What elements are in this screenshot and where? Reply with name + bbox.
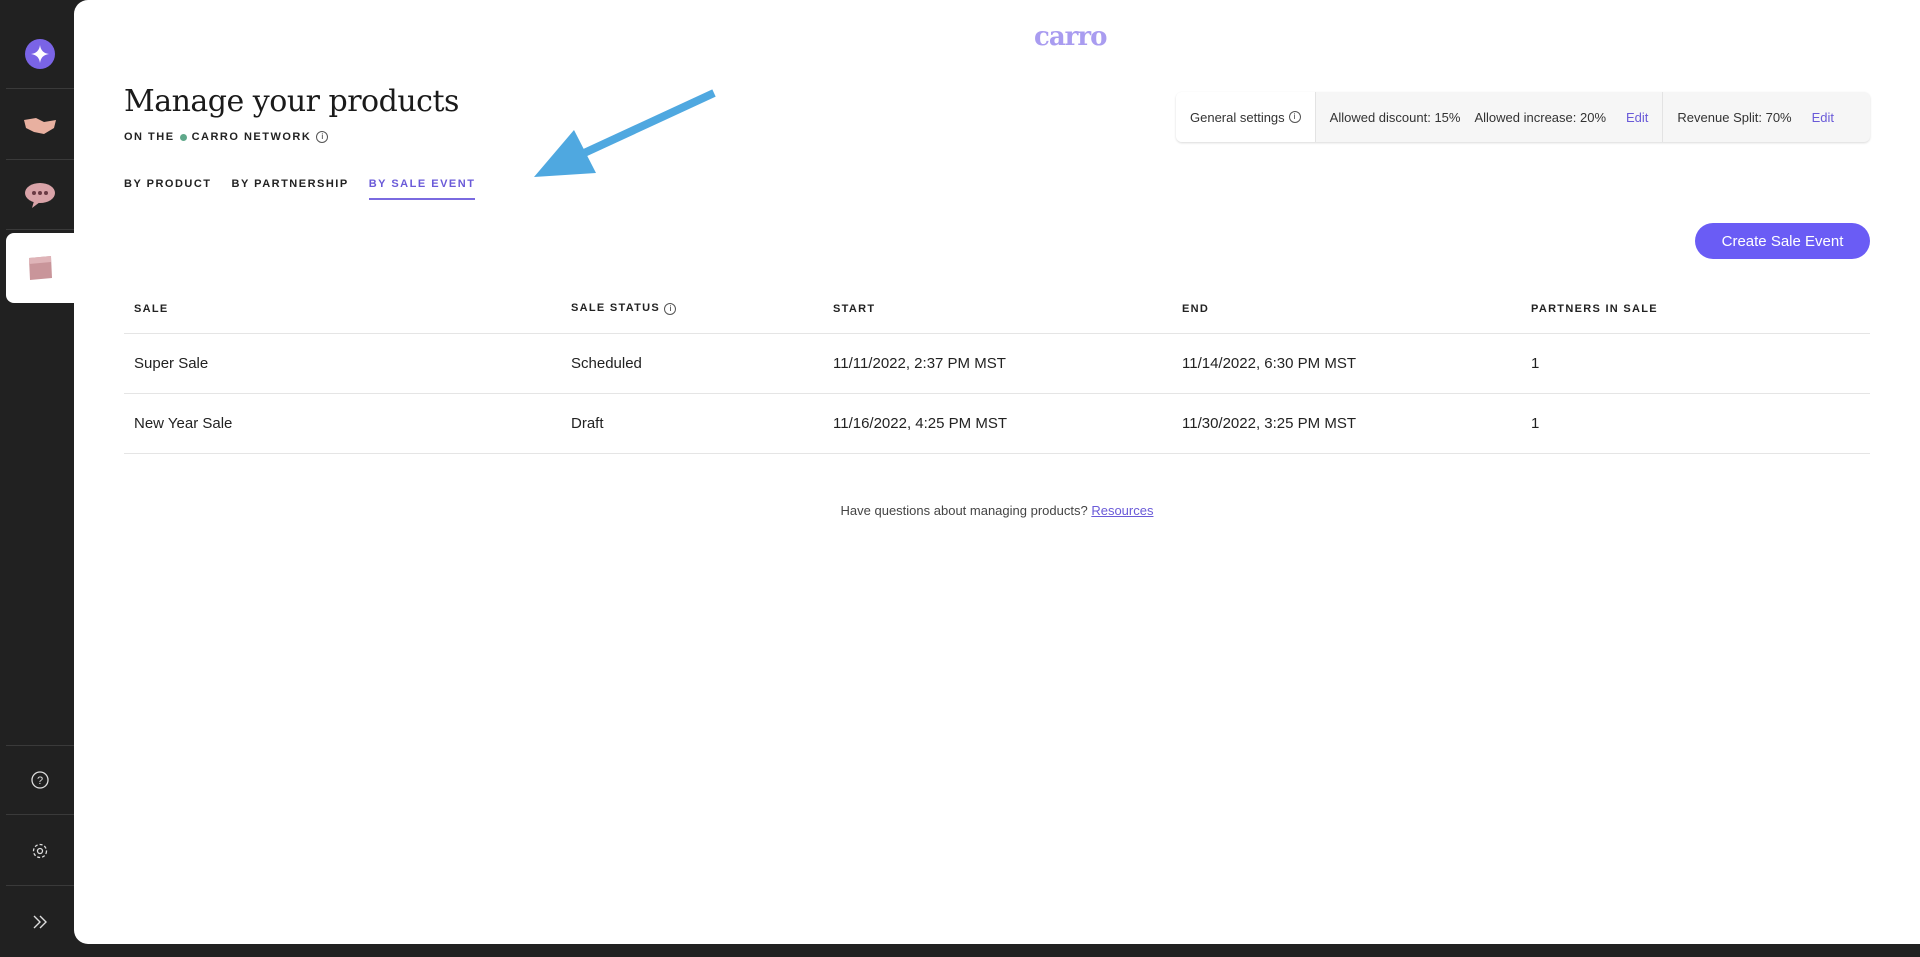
col-sale-status-label: SALE STATUS — [571, 302, 661, 315]
sale-end: 11/30/2022, 3:25 PM MST — [1172, 393, 1521, 454]
revenue-split: Revenue Split: 70% — [1677, 109, 1792, 125]
sale-end: 11/14/2022, 6:30 PM MST — [1172, 333, 1521, 394]
box-icon — [29, 256, 52, 280]
status-dot — [179, 133, 187, 141]
settings-button[interactable] — [6, 816, 74, 886]
sale-start: 11/16/2022, 4:25 PM MST — [823, 393, 1172, 454]
info-icon[interactable]: i — [316, 131, 329, 143]
page-title: Manage your products — [124, 84, 459, 119]
table-row[interactable]: Super Sale Scheduled 11/11/2022, 2:37 PM… — [124, 333, 1870, 394]
revenue-settings: Revenue Split: 70% Edit — [1663, 92, 1848, 142]
network-name: CARRO NETWORK — [191, 131, 312, 143]
sale-name[interactable]: Super Sale — [124, 333, 561, 394]
edit-revenue-link[interactable]: Edit — [1812, 110, 1834, 125]
sidebar-item-products[interactable] — [6, 233, 74, 303]
expand-icon — [33, 915, 47, 929]
sparkle-icon — [25, 38, 55, 69]
sale-partners: 1 — [1521, 393, 1870, 454]
carro-logo: carro — [1034, 22, 1107, 52]
sidebar-item-messages[interactable] — [6, 160, 74, 230]
sale-start: 11/11/2022, 2:37 PM MST — [823, 333, 1172, 394]
help-button[interactable]: ? — [6, 745, 74, 815]
help-icon: ? — [31, 771, 49, 789]
footer-text: Have questions about managing products? — [840, 503, 1088, 518]
edit-pricing-link[interactable]: Edit — [1626, 110, 1648, 125]
table-header: SALE SALE STATUS i START END PARTNERS IN… — [124, 285, 1870, 334]
tab-by-partnership[interactable]: BY PARTNERSHIP — [232, 178, 349, 200]
sidebar: ? — [0, 0, 74, 944]
main-content: carro Manage your products ON THE CARRO … — [74, 0, 1920, 944]
create-sale-event-button[interactable]: Create Sale Event — [1695, 223, 1870, 259]
sidebar-item-home[interactable] — [6, 19, 74, 89]
general-settings-label: General settings i — [1176, 92, 1316, 142]
sale-events-table: SALE SALE STATUS i START END PARTNERS IN… — [124, 285, 1870, 454]
col-sale-status[interactable]: SALE STATUS i — [561, 285, 823, 334]
gear-icon — [32, 843, 48, 858]
col-end[interactable]: END — [1172, 285, 1521, 334]
subtitle-prefix: ON THE — [124, 131, 175, 143]
help-footer: Have questions about managing products? … — [74, 503, 1920, 518]
table-row[interactable]: New Year Sale Draft 11/16/2022, 4:25 PM … — [124, 393, 1870, 454]
expand-sidebar-button[interactable] — [6, 887, 74, 957]
sale-name[interactable]: New Year Sale — [124, 393, 561, 454]
col-partners[interactable]: PARTNERS IN SALE — [1521, 285, 1870, 334]
info-icon[interactable]: i — [1288, 111, 1301, 123]
view-tabs: BY PRODUCT BY PARTNERSHIP BY SALE EVENT — [124, 178, 476, 200]
settings-label: General settings — [1190, 109, 1285, 125]
sale-status: Scheduled — [561, 333, 823, 394]
annotation-arrow-icon — [534, 89, 716, 177]
sale-status: Draft — [561, 393, 823, 454]
resources-link[interactable]: Resources — [1091, 503, 1153, 518]
general-settings-bar: General settings i Allowed discount: 15% … — [1176, 92, 1870, 142]
col-sale[interactable]: SALE — [124, 285, 561, 334]
allowed-discount: Allowed discount: 15% — [1329, 109, 1461, 125]
allowed-increase: Allowed increase: 20% — [1474, 109, 1607, 125]
sale-partners: 1 — [1521, 333, 1870, 394]
col-start[interactable]: START — [823, 285, 1172, 334]
pricing-settings: Allowed discount: 15% Allowed increase: … — [1316, 92, 1664, 142]
svg-text:?: ? — [37, 775, 43, 787]
handshake-icon — [24, 117, 56, 134]
sidebar-item-partnerships[interactable] — [6, 90, 74, 160]
network-subtitle: ON THE CARRO NETWORK i — [124, 131, 329, 143]
tab-by-sale-event[interactable]: BY SALE EVENT — [368, 178, 476, 200]
tab-by-product[interactable]: BY PRODUCT — [124, 178, 212, 200]
chat-icon — [25, 182, 55, 208]
info-icon[interactable]: i — [664, 303, 677, 316]
